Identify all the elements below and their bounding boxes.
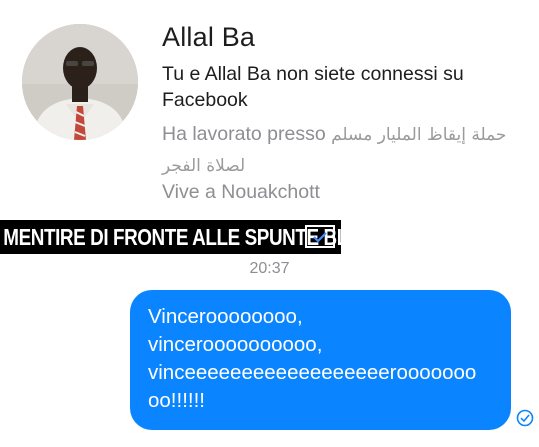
work-label: Ha lavorato presso	[162, 123, 326, 145]
read-check-icon	[516, 409, 534, 427]
work-info: Ha lavorato presso حملة إيقاظ المليار مس…	[162, 119, 522, 181]
meme-caption-banner: Mentire di fronte alle Spunte Blu	[0, 220, 361, 254]
sent-message-bubble[interactable]: Vinceroooooooo, vinceroooooooooo, vincee…	[130, 290, 511, 430]
check-icon	[305, 225, 335, 248]
message-timestamp: 20:37	[249, 260, 290, 277]
profile-avatar[interactable]	[22, 24, 138, 140]
profile-name[interactable]: Allal Ba	[162, 22, 255, 53]
messenger-conversation: Allal Ba Tu e Allal Ba non siete conness…	[0, 0, 539, 447]
location-info: Vive a Nouakchott	[162, 181, 320, 203]
connection-status: Tu e Allal Ba non siete connessi su Face…	[162, 63, 464, 111]
